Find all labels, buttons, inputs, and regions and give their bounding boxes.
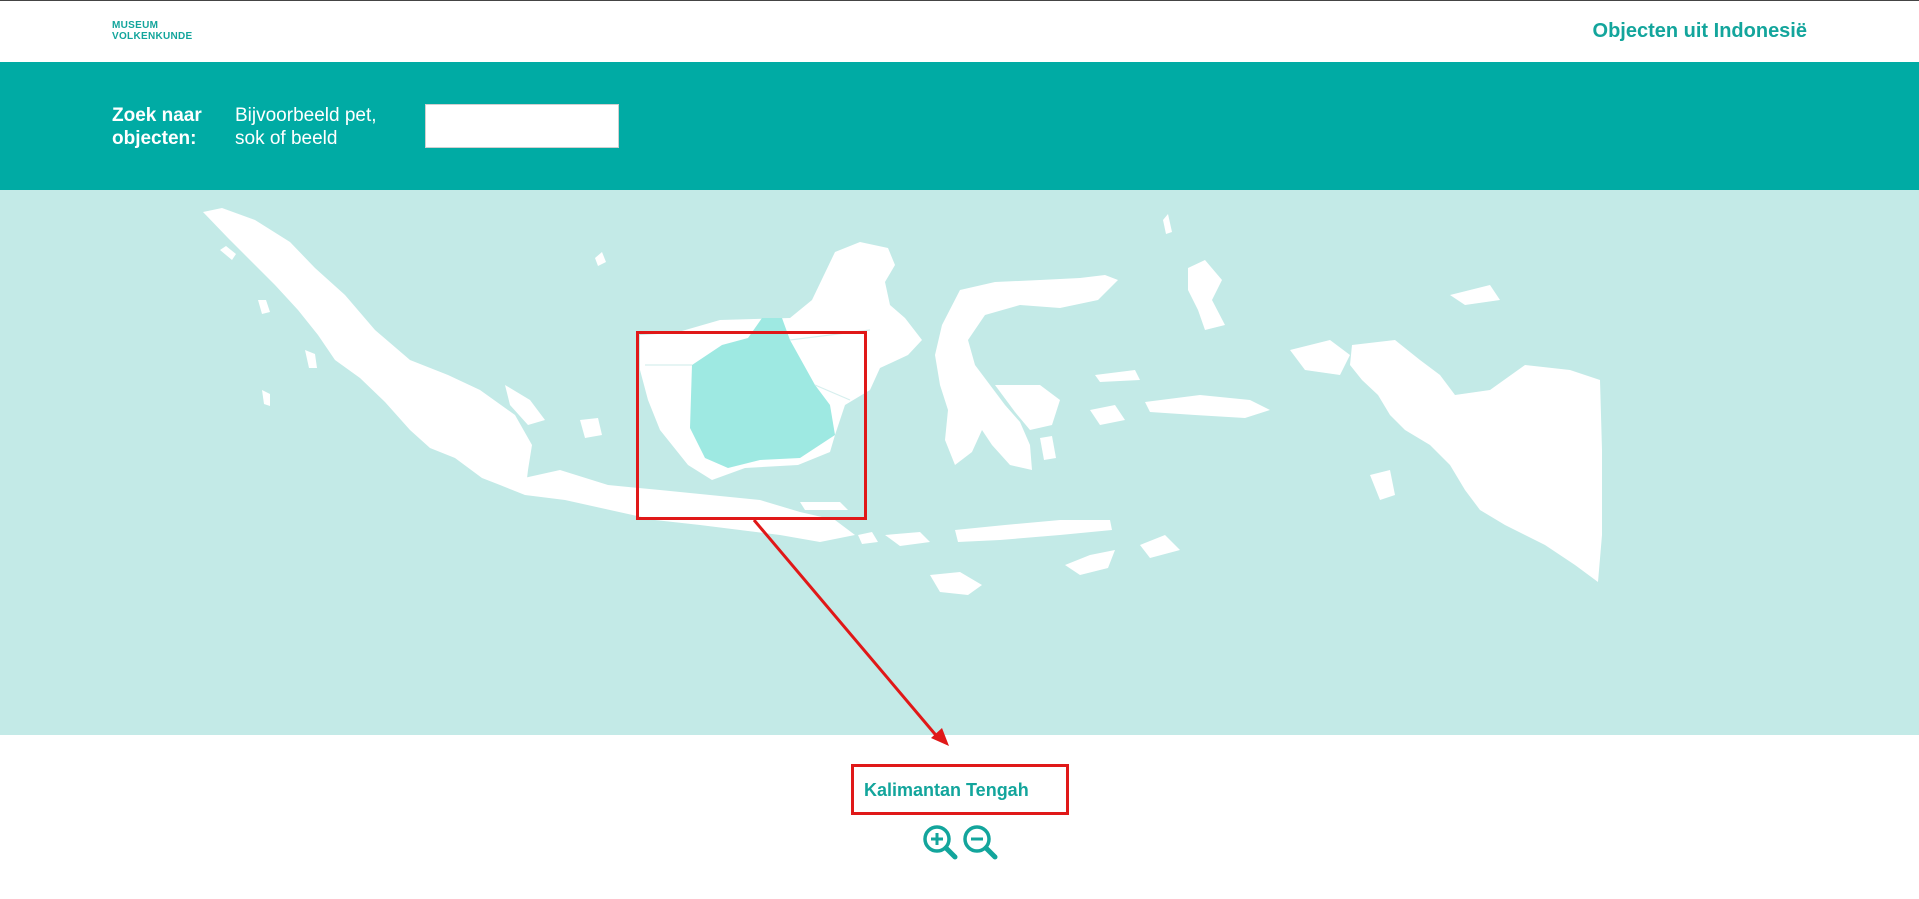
region-papua[interactable] — [1350, 340, 1602, 582]
region-sulawesi[interactable] — [935, 275, 1118, 470]
search-label: Zoek naar objecten: — [112, 105, 202, 149]
site-title[interactable]: Objecten uit Indonesië — [1593, 20, 1807, 43]
site-header: MUSEUM VOLKENKUNDE Objecten uit Indonesi… — [0, 1, 1919, 62]
search-hint: Bijvoorbeeld pet, sok of beeld — [235, 105, 377, 149]
logo-line-1: MUSEUM — [112, 20, 159, 31]
zoom-out-icon[interactable] — [962, 824, 998, 860]
region-nusa-tenggara[interactable] — [885, 520, 1115, 595]
search-input[interactable] — [425, 104, 619, 148]
map-svg — [203, 208, 1602, 595]
museum-logo[interactable]: MUSEUM VOLKENKUNDE — [112, 20, 192, 44]
region-sumatra[interactable] — [203, 208, 532, 495]
region-buru[interactable] — [1090, 405, 1125, 425]
selected-region-label: Kalimantan Tengah — [864, 780, 1029, 800]
region-madura[interactable] — [800, 502, 848, 510]
region-sula[interactable] — [1095, 370, 1140, 382]
search-bar: Zoek naar objecten: Bijvoorbeeld pet, so… — [0, 62, 1919, 190]
region-seram[interactable] — [1145, 395, 1270, 418]
region-buton[interactable] — [1040, 436, 1056, 460]
region-bali[interactable] — [858, 532, 878, 544]
zoom-in-icon[interactable] — [922, 824, 958, 860]
region-belitung[interactable] — [580, 418, 602, 438]
region-natuna[interactable] — [595, 252, 606, 266]
indonesia-map — [0, 190, 1919, 735]
region-halmahera[interactable] — [1188, 260, 1225, 330]
logo-line-2: VOLKENKUNDE — [112, 31, 193, 42]
region-sangihe[interactable] — [1163, 214, 1172, 234]
